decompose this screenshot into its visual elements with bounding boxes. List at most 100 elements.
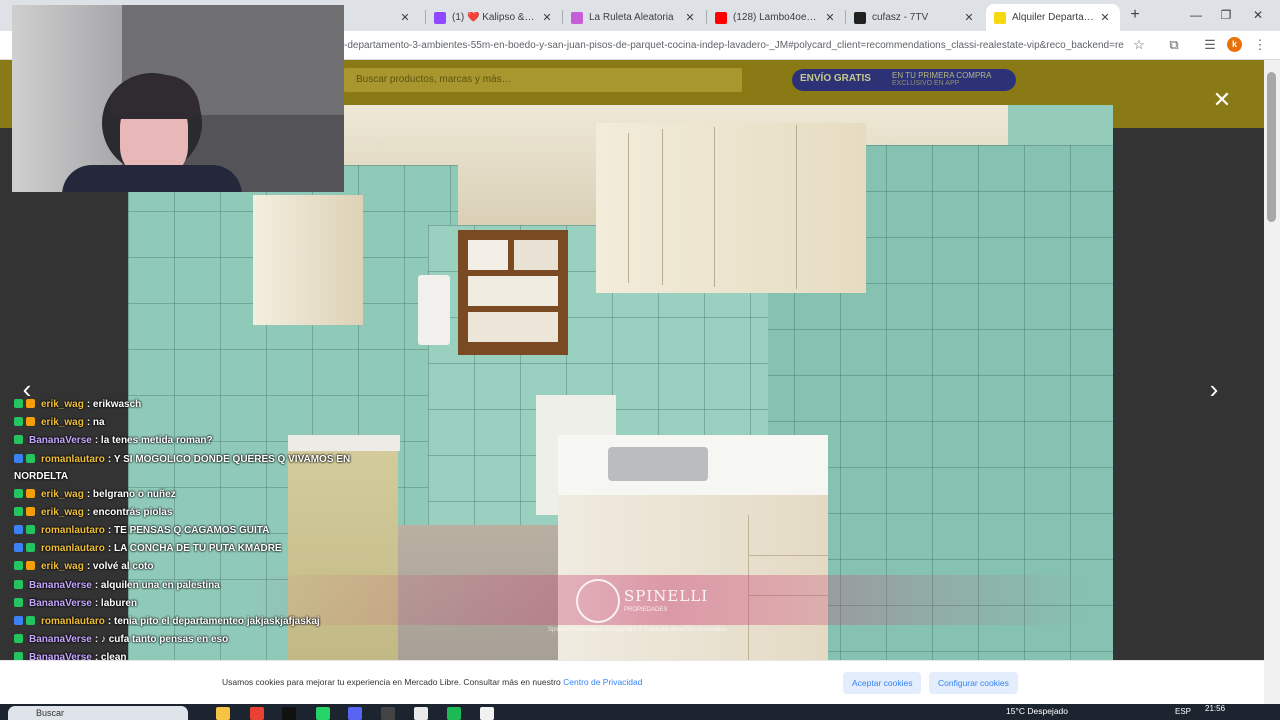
chat-message: BananaVerse: ♪ cufa tanto pensas en eso — [14, 631, 364, 649]
extensions-icon[interactable]: ⧉ — [1166, 37, 1182, 53]
chat-message: erik_wag: volvé al coto — [14, 558, 364, 576]
browser-tab[interactable]: (128) Lambo4oe - Self Esti ✕ — [707, 4, 845, 31]
chat-message: romanlautaro: TE PENSAS Q CAGAMOS GUITA — [14, 522, 364, 540]
url-field[interactable]: -departamento-3-ambientes-55m-en-boedo-y… — [344, 37, 1124, 54]
chat-text: : alquilen una en palestina — [94, 579, 220, 591]
promo-badge: ENVÍO GRATIS — [800, 73, 871, 84]
watermark-copyright: Spinelli Propiedades © Copyright © Todos… — [548, 627, 727, 633]
close-window-button[interactable]: ✕ — [1248, 7, 1268, 23]
obs-icon[interactable] — [381, 707, 395, 720]
tab-close-icon[interactable]: ✕ — [540, 11, 554, 24]
chat-badge-icon — [14, 417, 23, 427]
tab-title: La Ruleta Aleatoria — [589, 12, 674, 23]
weather-widget[interactable]: 15°C Despejado — [1006, 706, 1068, 716]
chat-username[interactable]: BananaVerse — [29, 634, 92, 645]
chat-message: erik_wag: na — [14, 414, 364, 432]
watermark-name: SPINELLI — [624, 587, 709, 605]
chat-message: romanlautaro: LA CONCHA DE TU PUTA KMADR… — [14, 540, 364, 558]
screen: und✕(1) ❤️ Kalipso & E-´ ¯`-.¸¸.· ´✕La R… — [0, 0, 1280, 720]
capcut-icon[interactable] — [414, 707, 428, 720]
tiktok-icon[interactable] — [282, 707, 296, 720]
chat-badge-icon — [14, 543, 23, 553]
photo-window — [458, 230, 568, 355]
browser-tab[interactable]: (1) ❤️ Kalipso & E-´ ¯`-.¸¸.· ´ ✕ — [426, 4, 562, 31]
restore-button[interactable]: ❐ — [1216, 7, 1236, 23]
tab-favicon-icon — [994, 11, 1006, 24]
spotify-icon[interactable] — [447, 707, 461, 720]
tab-close-icon[interactable]: ✕ — [823, 11, 837, 24]
chat-text: : belgrano o nuñez — [86, 488, 176, 500]
tab-close-icon[interactable]: ✕ — [1098, 11, 1112, 24]
tab-close-icon[interactable]: ✕ — [398, 11, 412, 24]
reading-list-icon[interactable]: ☰ — [1202, 37, 1218, 53]
chat-text: : erikwasch — [86, 399, 142, 410]
site-search-input[interactable]: Buscar productos, marcas y más… — [344, 68, 742, 92]
chat-text: : ♪ cufa tanto pensas en eso — [94, 634, 229, 646]
tab-favicon-icon — [434, 11, 446, 24]
chrome-icon[interactable] — [250, 707, 264, 720]
chat-username[interactable]: erik_wag — [41, 561, 84, 572]
file-explorer-icon[interactable] — [216, 707, 230, 720]
bookmark-star-icon[interactable]: ☆ — [1131, 37, 1147, 53]
tab-close-icon[interactable]: ✕ — [962, 11, 976, 24]
scrollbar-thumb[interactable] — [1267, 72, 1276, 222]
browser-menu-icon[interactable]: ⋮ — [1252, 37, 1268, 53]
chat-username[interactable]: BananaVerse — [29, 435, 92, 446]
chat-username[interactable]: romanlautaro — [41, 616, 105, 627]
browser-tab[interactable]: Alquiler Departamento 3 A ✕ — [986, 4, 1120, 31]
chat-username[interactable]: romanlautaro — [41, 454, 105, 465]
tab-separator — [562, 10, 563, 24]
chat-badge-icon — [14, 506, 23, 516]
webcam-feed — [12, 5, 344, 192]
chat-badge-icon — [14, 488, 23, 498]
chat-username[interactable]: romanlautaro — [41, 543, 105, 554]
discord-icon[interactable] — [348, 707, 362, 720]
page-scrollbar[interactable] — [1264, 60, 1280, 704]
chat-badge-icon — [26, 417, 35, 427]
privacy-center-link[interactable]: Centro de Privacidad — [563, 677, 642, 687]
chat-text: : la tenes metida roman? — [94, 435, 213, 447]
gallery-next-button[interactable]: › — [1200, 376, 1228, 404]
notepad-icon[interactable] — [480, 707, 494, 720]
chat-badge-icon — [26, 525, 35, 535]
chat-username[interactable]: BananaVerse — [29, 598, 92, 609]
cookie-text: Usamos cookies para mejorar tu experienc… — [222, 677, 564, 687]
chat-username[interactable]: BananaVerse — [29, 580, 92, 591]
tab-favicon-icon — [571, 11, 583, 24]
tab-title: Alquiler Departamento 3 A — [1012, 12, 1094, 23]
chat-badge-icon — [14, 597, 23, 607]
taskbar-search[interactable]: Buscar — [8, 706, 188, 720]
chat-badge-icon — [14, 616, 23, 626]
accept-cookies-button[interactable]: Aceptar cookies — [843, 672, 922, 694]
chat-badge-icon — [14, 525, 23, 535]
minimize-button[interactable]: — — [1186, 7, 1206, 23]
new-tab-button[interactable]: + — [1127, 7, 1143, 23]
taskbar-clock[interactable]: 21:56 — [1205, 704, 1225, 713]
profile-avatar[interactable]: k — [1227, 37, 1242, 52]
chat-text: : TE PENSAS Q CAGAMOS GUITA — [107, 525, 270, 537]
chat-badge-icon — [14, 579, 23, 589]
browser-tab[interactable]: La Ruleta Aleatoria ✕ — [563, 4, 705, 31]
gallery-close-button[interactable]: ✕ — [1210, 88, 1234, 112]
configure-cookies-button[interactable]: Configurar cookies — [929, 672, 1018, 694]
chat-username[interactable]: erik_wag — [41, 417, 84, 428]
chat-text: : volvé al coto — [86, 561, 154, 573]
chat-message: BananaVerse: laburen — [14, 595, 364, 613]
chat-text: : tenia pito el departamenteo jakjaskjaf… — [107, 616, 320, 628]
chat-badge-icon — [26, 616, 35, 626]
browser-tab[interactable]: cufasz - 7TV ✕ — [846, 4, 984, 31]
tab-title: (128) Lambo4oe - Self Esti — [733, 12, 819, 23]
promo-banner[interactable]: ENVÍO GRATIS EN TU PRIMERA COMPRA EXCLUS… — [792, 69, 1016, 91]
tab-close-icon[interactable]: ✕ — [683, 11, 697, 24]
chat-username[interactable]: romanlautaro — [41, 525, 105, 536]
photo-water-heater — [418, 275, 450, 345]
chat-username[interactable]: erik_wag — [41, 489, 84, 500]
tab-separator — [845, 10, 846, 24]
chat-username[interactable]: erik_wag — [41, 399, 84, 410]
chat-badge-icon — [26, 543, 35, 553]
chat-username[interactable]: erik_wag — [41, 507, 84, 518]
chat-text: : LA CONCHA DE TU PUTA KMADRE — [107, 543, 282, 555]
language-indicator[interactable]: ESP — [1175, 707, 1191, 716]
chat-badge-icon — [14, 399, 23, 408]
whatsapp-icon[interactable] — [316, 707, 330, 720]
